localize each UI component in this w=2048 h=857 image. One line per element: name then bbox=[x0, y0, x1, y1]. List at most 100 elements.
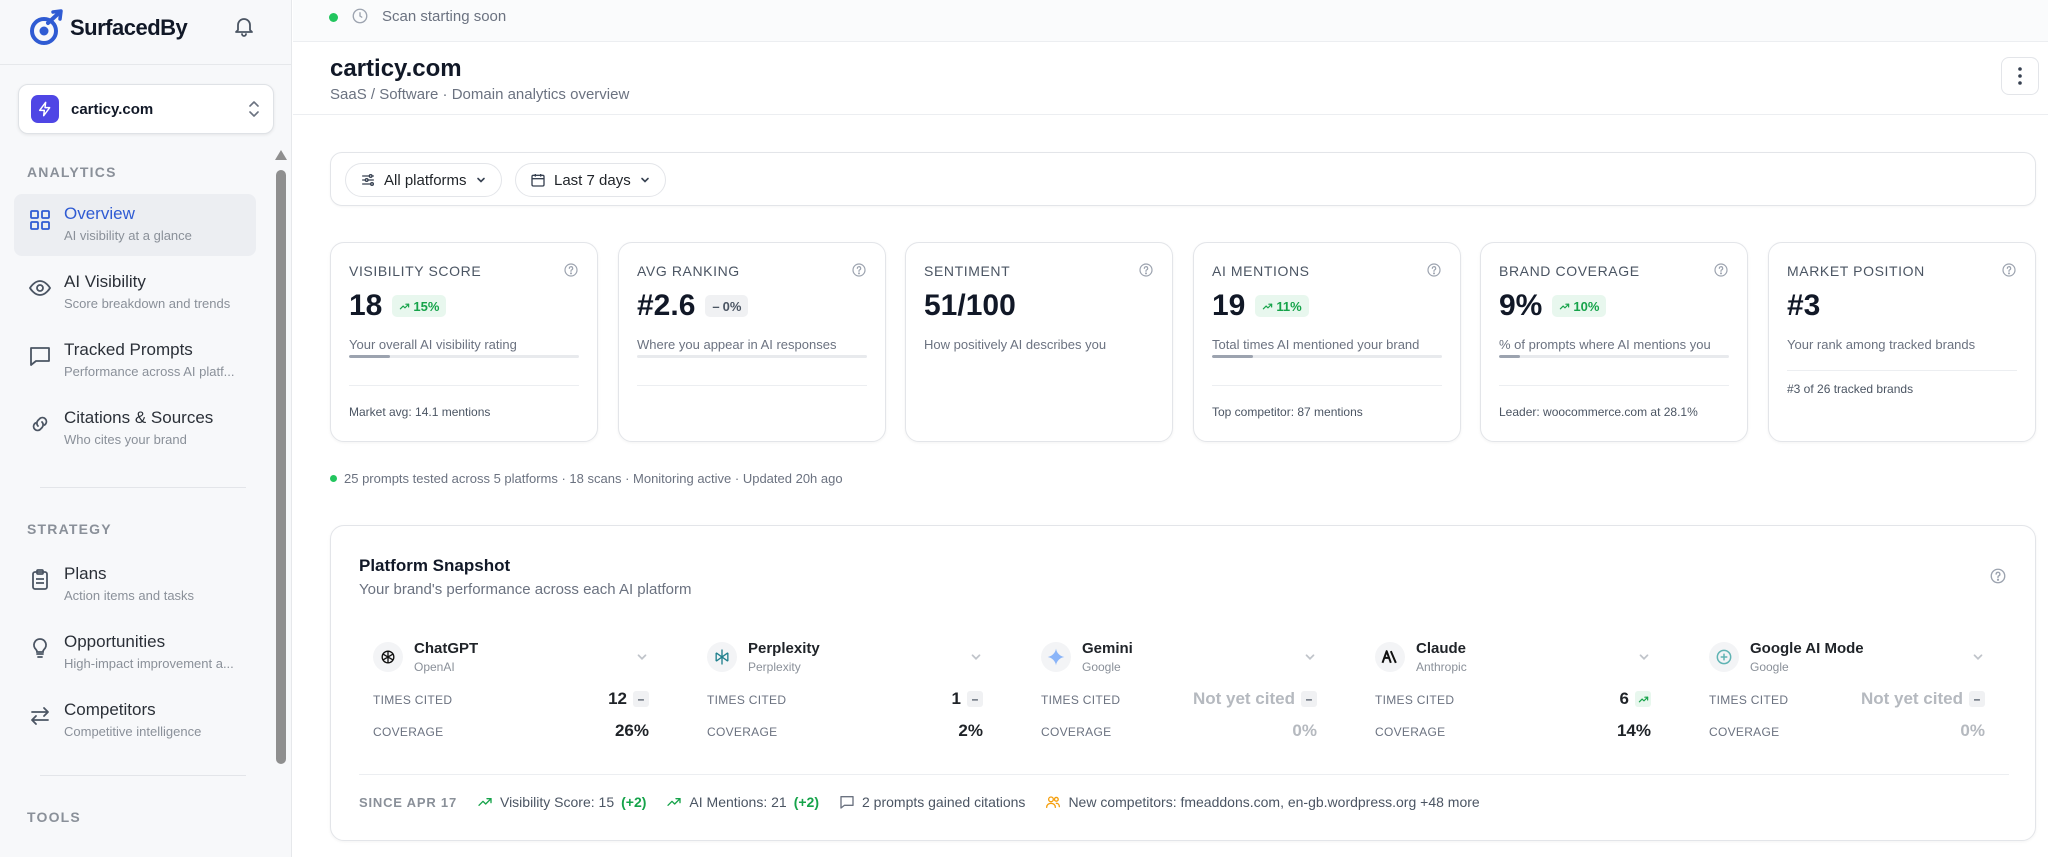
sidebar-item-subtitle: Who cites your brand bbox=[64, 432, 187, 447]
clock-icon bbox=[352, 8, 368, 24]
page-header: carticy.com SaaS / Software · Domain ana… bbox=[293, 43, 2048, 115]
trend-badge: 11% bbox=[1255, 295, 1309, 317]
divider bbox=[40, 775, 246, 776]
platform-name: Google AI Mode bbox=[1750, 640, 1864, 657]
times-cited-label: TIMES CITED bbox=[707, 693, 787, 707]
mentions-change-text: AI Mentions: 21 bbox=[689, 794, 787, 810]
metric-description: Total times AI mentioned your brand bbox=[1212, 337, 1420, 352]
metric-footnote: Leader: woocommerce.com at 28.1% bbox=[1499, 405, 1698, 419]
more-options-button[interactable] bbox=[2001, 57, 2039, 95]
trend-up-icon bbox=[667, 798, 682, 806]
help-icon[interactable] bbox=[2001, 262, 2017, 278]
sidebar-item-title: Overview bbox=[64, 204, 135, 223]
divider bbox=[40, 487, 246, 488]
platform-logo bbox=[1709, 642, 1739, 672]
trend-flat-icon: – bbox=[967, 691, 983, 707]
platform-google-ai-mode[interactable]: Google AI Mode Google TIMES CITED Not ye… bbox=[1695, 636, 1985, 756]
trend-flat-icon: – bbox=[633, 691, 649, 707]
times-cited-value-row: Not yet cited – bbox=[1193, 689, 1317, 709]
metric-progress-bar bbox=[637, 355, 867, 358]
metric-footnote: Top competitor: 87 mentions bbox=[1212, 405, 1363, 419]
coverage-label: COVERAGE bbox=[1041, 725, 1112, 739]
sidebar-scrollbar[interactable] bbox=[276, 170, 286, 764]
metric-label: AVG RANKING bbox=[637, 263, 740, 279]
coverage-value: 2% bbox=[958, 721, 983, 740]
times-cited-value-row: 12– bbox=[608, 689, 649, 709]
date-range-filter[interactable]: Last 7 days bbox=[515, 163, 666, 197]
bell-icon[interactable] bbox=[232, 14, 256, 38]
sidebar-item-title: AI Visibility bbox=[64, 272, 146, 291]
trend-badge-value: 11% bbox=[1276, 298, 1302, 314]
platform-claude[interactable]: Claude Anthropic TIMES CITED 6 COVERAGE … bbox=[1361, 636, 1651, 756]
lightning-icon bbox=[38, 101, 51, 117]
divider bbox=[0, 64, 291, 65]
platform-snapshot: Platform Snapshot Your brand's performan… bbox=[330, 525, 2036, 841]
scroll-up-arrow[interactable] bbox=[275, 150, 287, 160]
metric-value: #2.6 bbox=[637, 289, 696, 322]
sidebar-item-competitors[interactable]: Competitors Competitive intelligence bbox=[14, 690, 256, 752]
help-icon[interactable] bbox=[1426, 262, 1442, 278]
sidebar-item-overview[interactable]: Overview AI visibility at a glance bbox=[14, 194, 256, 256]
metric-label: VISIBILITY SCORE bbox=[349, 263, 482, 279]
coverage-value: 26% bbox=[614, 721, 649, 740]
platform-filter[interactable]: All platforms bbox=[345, 163, 502, 197]
times-cited-value-row: Not yet cited – bbox=[1861, 689, 1985, 709]
sidebar-item-title: Opportunities bbox=[64, 632, 166, 651]
help-icon[interactable] bbox=[1989, 567, 2007, 585]
metric-value: 9% bbox=[1499, 289, 1543, 322]
help-icon[interactable] bbox=[1138, 262, 1154, 278]
sidebar-item-tracked-prompts[interactable]: Tracked Prompts Performance across AI pl… bbox=[14, 330, 256, 392]
platform-chatgpt[interactable]: ChatGPT OpenAI TIMES CITED 12– COVERAGE … bbox=[359, 636, 649, 756]
times-cited-label: TIMES CITED bbox=[1041, 693, 1121, 707]
visibility-change-text: Visibility Score: 15 bbox=[499, 794, 615, 810]
chevron-down-icon bbox=[476, 177, 485, 183]
metric-label: SENTIMENT bbox=[924, 263, 1011, 279]
chat-icon bbox=[840, 796, 854, 809]
users-icon bbox=[1046, 796, 1061, 808]
metric-label: AI MENTIONS bbox=[1212, 263, 1310, 279]
platform-vendor: OpenAI bbox=[414, 660, 455, 674]
platform-name: ChatGPT bbox=[414, 640, 479, 657]
times-cited-label: TIMES CITED bbox=[373, 693, 453, 707]
platform-perplexity[interactable]: Perplexity Perplexity TIMES CITED 1– COV… bbox=[693, 636, 983, 756]
sidebar-item-citations[interactable]: Citations & Sources Who cites your brand bbox=[14, 398, 256, 460]
times-cited-value-row: 1– bbox=[952, 689, 983, 709]
page-subtitle: SaaS / Software · Domain analytics overv… bbox=[330, 86, 630, 103]
sliders-icon bbox=[362, 174, 374, 186]
snapshot-title: Platform Snapshot bbox=[359, 556, 511, 575]
metric-value-row: 51/100 bbox=[924, 289, 1016, 323]
chevron-down-icon[interactable] bbox=[1303, 650, 1317, 664]
trend-flat-icon: – bbox=[1969, 691, 1985, 707]
help-icon[interactable] bbox=[851, 262, 867, 278]
sidebar-item-plans[interactable]: Plans Action items and tasks bbox=[14, 554, 256, 616]
trend-badge: 10% bbox=[1552, 295, 1607, 317]
brand[interactable]: SurfacedBy bbox=[28, 8, 188, 48]
platform-gemini[interactable]: Gemini Google TIMES CITED Not yet cited –… bbox=[1027, 636, 1317, 756]
sidebar-item-opportunities[interactable]: Opportunities High-impact improvement a.… bbox=[14, 622, 256, 684]
metric-value: 51/100 bbox=[924, 289, 1016, 322]
scan-status: Scan starting soon bbox=[382, 8, 507, 25]
chevron-down-icon[interactable] bbox=[1637, 650, 1651, 664]
help-icon[interactable] bbox=[1713, 262, 1729, 278]
prompts-change: 2 prompts gained citations bbox=[839, 794, 1025, 810]
metric-description: Your overall AI visibility rating bbox=[349, 337, 517, 352]
metric-value-row: 18 15% bbox=[349, 289, 447, 323]
metric-card-visibility-score: VISIBILITY SCORE 18 15% Your overall AI v… bbox=[330, 242, 598, 442]
chevron-down-icon[interactable] bbox=[1971, 650, 1985, 664]
domain-selector[interactable]: carticy.com bbox=[18, 84, 274, 134]
times-cited-value: Not yet cited bbox=[1860, 689, 1963, 708]
chevron-down-icon[interactable] bbox=[969, 650, 983, 664]
google-ai-mode-logo-icon bbox=[1716, 649, 1732, 665]
times-cited-value: 6 bbox=[1619, 689, 1629, 708]
perplexity-logo-icon bbox=[715, 649, 729, 665]
metric-description: How positively AI describes you bbox=[924, 337, 1107, 352]
sidebar-item-subtitle: AI visibility at a glance bbox=[64, 228, 192, 243]
platform-vendor: Anthropic bbox=[1416, 660, 1467, 674]
sidebar-item-ai-visibility[interactable]: AI Visibility Score breakdown and trends bbox=[14, 262, 256, 324]
help-icon[interactable] bbox=[563, 262, 579, 278]
competitors-change-text: New competitors: fmeaddons.com, en-gb.wo… bbox=[1068, 794, 1480, 810]
chevron-down-icon[interactable] bbox=[635, 650, 649, 664]
metric-value: #3 bbox=[1787, 289, 1821, 322]
chatgpt-logo-icon bbox=[381, 650, 395, 664]
calendar-icon bbox=[531, 174, 545, 187]
